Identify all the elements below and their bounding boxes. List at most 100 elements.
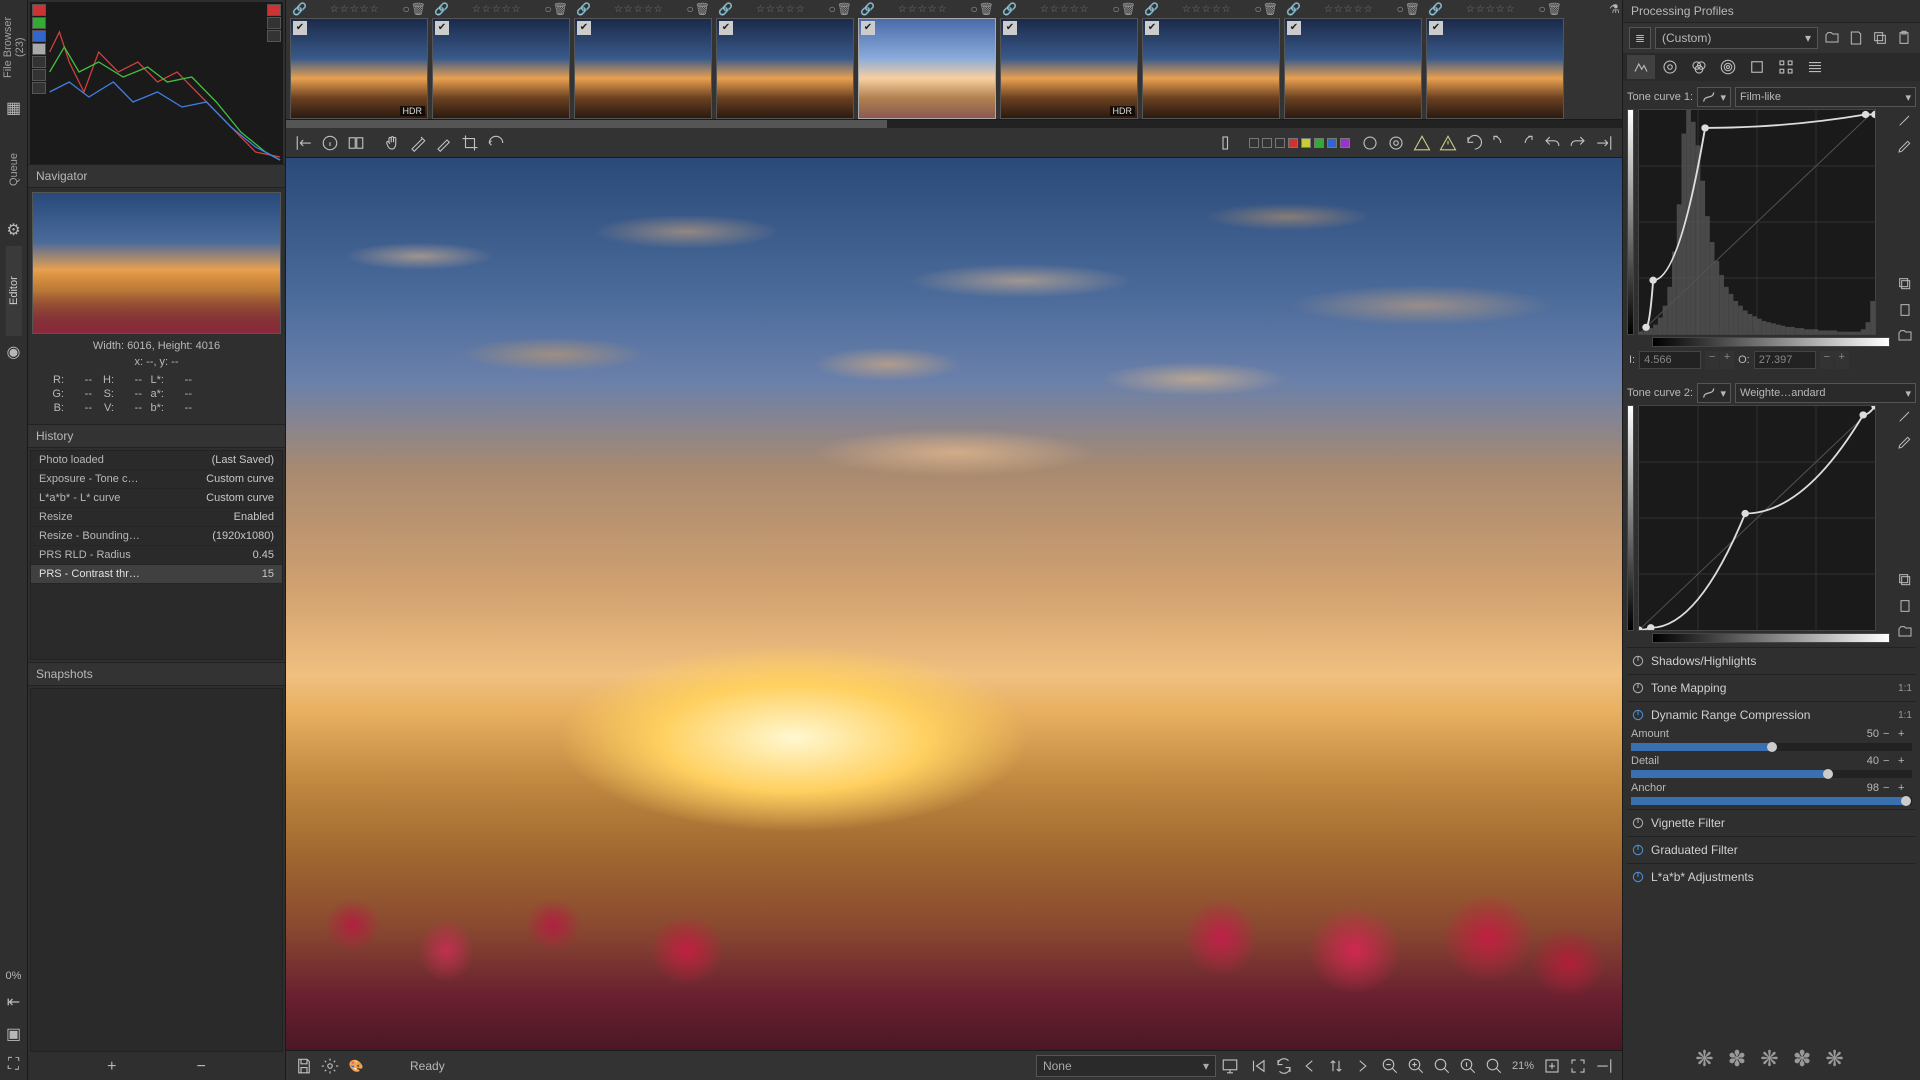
star-rating[interactable]: ☆☆☆☆☆ <box>734 4 828 15</box>
snapshots-list[interactable] <box>30 688 283 1052</box>
tab-advanced[interactable] <box>1714 55 1742 79</box>
star-rating[interactable]: ☆☆☆☆☆ <box>592 4 686 15</box>
new-detail-window-button[interactable] <box>1540 1054 1564 1078</box>
power-icon[interactable] <box>1631 816 1645 830</box>
tab-exposure[interactable] <box>1627 55 1655 79</box>
curve1-mode-select[interactable]: ▾ <box>1697 87 1731 107</box>
nav-first-button[interactable] <box>1246 1054 1270 1078</box>
color-label-2[interactable] <box>1275 138 1285 148</box>
param-plus[interactable]: + <box>1898 755 1912 767</box>
star-rating[interactable]: ☆☆☆☆☆ <box>1444 4 1538 15</box>
curve1-i-input[interactable] <box>1639 351 1701 369</box>
curve2-picker-button[interactable] <box>1894 405 1916 427</box>
tab-color[interactable] <box>1685 55 1713 79</box>
curve2-paste-button[interactable] <box>1894 595 1916 617</box>
rotate-90r-button[interactable] <box>1514 131 1538 155</box>
lab-header[interactable]: L*a*b* Adjustments <box>1629 866 1914 888</box>
filmstrip-thumb[interactable]: 🔗 ☆☆☆☆☆ ○ 🗑 ✔ HDR <box>290 0 428 119</box>
curve2-canvas[interactable] <box>1638 405 1876 631</box>
curve1-canvas[interactable] <box>1638 109 1876 335</box>
circle-icon[interactable]: ○ <box>1539 2 1546 16</box>
crop-button[interactable] <box>458 131 482 155</box>
profile-select[interactable]: (Custom) ▾ <box>1655 27 1818 49</box>
power-icon[interactable] <box>1631 654 1645 668</box>
trash-icon[interactable]: 🗑 <box>411 2 426 16</box>
hist-toggle-red[interactable] <box>32 4 46 16</box>
profile-save-icon[interactable] <box>1846 28 1866 48</box>
power-icon[interactable] <box>1631 843 1645 857</box>
param-slider[interactable] <box>1631 770 1912 778</box>
filmstrip-thumb[interactable]: 🔗 ☆☆☆☆☆ ○ 🗑 ✔ <box>1284 0 1422 119</box>
rotate-left-button[interactable] <box>1462 131 1486 155</box>
editor-aperture-icon[interactable]: ◉ <box>7 336 21 368</box>
external-editor-button[interactable]: 🎨 <box>344 1054 368 1078</box>
power-icon[interactable] <box>1631 870 1645 884</box>
curve2-mode-select[interactable]: ▾ <box>1697 383 1731 403</box>
undo-button[interactable] <box>1540 131 1564 155</box>
link-icon[interactable]: 🔗 <box>1428 2 1443 16</box>
redo-button[interactable] <box>1566 131 1590 155</box>
graduated-header[interactable]: Graduated Filter <box>1629 839 1914 861</box>
file-browser-icon[interactable]: ▦ <box>6 92 21 124</box>
param-minus[interactable]: − <box>1883 755 1897 767</box>
hist-indicator-red[interactable] <box>267 4 281 16</box>
tab-editor[interactable]: Editor <box>6 246 22 336</box>
tab-raw[interactable] <box>1772 55 1800 79</box>
filmstrip-thumb[interactable]: 🔗 ☆☆☆☆☆ ○ 🗑 ✔ <box>1142 0 1280 119</box>
snapshot-add-button[interactable]: + <box>107 1058 116 1076</box>
straighten-button[interactable] <box>484 131 508 155</box>
profile-paste-icon[interactable] <box>1894 28 1914 48</box>
circle-icon[interactable]: ○ <box>971 2 978 16</box>
color-label-green[interactable] <box>1314 138 1324 148</box>
tone-mapping-header[interactable]: Tone Mapping 1:1 <box>1629 677 1914 699</box>
star-rating[interactable]: ☆☆☆☆☆ <box>1302 4 1396 15</box>
toggle-panels-icon[interactable]: ▣ <box>6 1018 21 1050</box>
profile-mode-button[interactable]: ≣ <box>1629 27 1651 49</box>
save-button[interactable] <box>292 1054 316 1078</box>
profile-copy-icon[interactable] <box>1870 28 1890 48</box>
circle-icon[interactable]: ○ <box>545 2 552 16</box>
curve1-o-input[interactable] <box>1754 351 1816 369</box>
history-row[interactable]: PRS - Contrast thr…15 <box>31 565 282 584</box>
history-row[interactable]: Resize - Bounding…(1920x1080) <box>31 527 282 546</box>
snapshot-remove-button[interactable]: − <box>197 1058 206 1076</box>
zoom-100-button[interactable] <box>1456 1054 1480 1078</box>
trash-icon[interactable]: 🗑 <box>553 2 568 16</box>
power-icon[interactable] <box>1631 681 1645 695</box>
curve2-copy-button[interactable] <box>1894 569 1916 591</box>
history-row[interactable]: ResizeEnabled <box>31 508 282 527</box>
star-rating[interactable]: ☆☆☆☆☆ <box>308 4 402 15</box>
hist-toggle-chroma[interactable] <box>32 56 46 68</box>
curve1-picker-button[interactable] <box>1894 109 1916 131</box>
trash-icon[interactable]: 🗑 <box>1547 2 1562 16</box>
hist-toggle-green[interactable] <box>32 17 46 29</box>
hist-mode-1[interactable] <box>267 17 281 29</box>
filmstrip-thumb[interactable]: 🔗 ☆☆☆☆☆ ○ 🗑 ✔ <box>716 0 854 119</box>
toggle-left-panel-button[interactable] <box>292 131 316 155</box>
circle-icon[interactable]: ○ <box>1397 2 1404 16</box>
color-label-purple[interactable] <box>1340 138 1350 148</box>
tab-transform[interactable] <box>1743 55 1771 79</box>
background-select[interactable]: None ▾ <box>1036 1055 1216 1077</box>
link-icon[interactable]: 🔗 <box>292 2 307 16</box>
curve1-type-select[interactable]: Film-like▾ <box>1735 87 1916 107</box>
history-row[interactable]: Exposure - Tone c…Custom curve <box>31 470 282 489</box>
curve1-copy-button[interactable] <box>1894 273 1916 295</box>
filmstrip-thumb[interactable]: 🔗 ☆☆☆☆☆ ○ 🗑 ✔ HDR <box>1000 0 1138 119</box>
circle-icon[interactable]: ○ <box>403 2 410 16</box>
circle-icon[interactable]: ○ <box>687 2 694 16</box>
link-icon[interactable]: 🔗 <box>1286 2 1301 16</box>
trash-icon[interactable]: 🗑 <box>1263 2 1278 16</box>
before-after-button[interactable] <box>344 131 368 155</box>
sharpen-preview-button[interactable] <box>1384 131 1408 155</box>
filmstrip-thumb[interactable]: 🔗 ☆☆☆☆☆ ○ 🗑 ✔ <box>1426 0 1564 119</box>
zoom-in-button[interactable] <box>1404 1054 1428 1078</box>
trash-icon[interactable]: 🗑 <box>837 2 852 16</box>
shadow-clip-button[interactable] <box>1410 131 1434 155</box>
color-label-red[interactable] <box>1288 138 1298 148</box>
history-row[interactable]: L*a*b* - L* curveCustom curve <box>31 489 282 508</box>
circle-icon[interactable]: ○ <box>829 2 836 16</box>
image-viewport[interactable] <box>286 158 1622 1050</box>
star-rating[interactable]: ☆☆☆☆☆ <box>450 4 544 15</box>
curve1-o-minus[interactable]: − <box>1820 351 1834 369</box>
